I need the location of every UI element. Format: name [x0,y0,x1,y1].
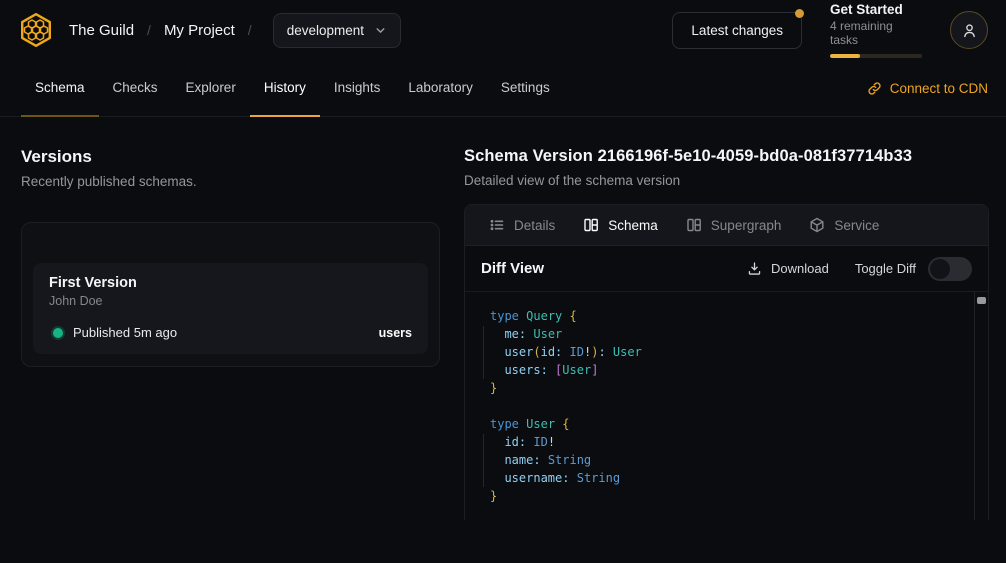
download-icon [747,261,762,276]
get-started-title: Get Started [830,2,922,17]
notification-dot [795,9,804,18]
version-list-item[interactable]: First Version John Doe Published 5m ago … [21,222,440,367]
get-started-subtitle: 4 remaining tasks [830,19,922,47]
schema-version-subtitle: Detailed view of the schema version [464,173,989,188]
tab-supergraph-label: Supergraph [711,218,782,233]
code-line: username: String [490,469,958,487]
get-started-progressbar [830,54,922,58]
nav-tab-laboratory[interactable]: Laboratory [394,60,487,117]
nav-tab-schema[interactable]: Schema [21,60,99,117]
schema-code: type Query { me: User user(id: ID!): Use… [465,292,988,520]
columns-icon [686,217,702,233]
indent-guide [483,434,484,487]
toggle-diff-knob [930,259,950,279]
breadcrumb-separator: / [147,22,151,38]
breadcrumb-org[interactable]: The Guild [69,22,134,39]
tab-service-label: Service [834,218,879,233]
versions-panel: Versions Recently published schemas. Fir… [0,117,464,520]
nav-tab-history[interactable]: History [250,60,320,117]
user-icon [961,22,978,39]
published-status-text: Published 5m ago [73,325,177,340]
code-line: } [490,379,958,397]
code-line [490,397,958,415]
target-nav: Schema Checks Explorer History Insights … [0,60,1006,117]
toggle-diff-switch[interactable] [928,257,972,281]
tab-supergraph[interactable]: Supergraph [672,205,796,245]
service-name-badge: users [379,326,412,340]
get-started-widget[interactable]: Get Started 4 remaining tasks [830,2,922,58]
indent-guide [483,326,484,379]
version-meta-row: Published 5m ago users [49,325,412,340]
latest-changes-label: Latest changes [691,23,783,38]
schema-detail-card: Details Schema [464,204,989,520]
get-started-progress-fill [830,54,860,58]
schema-version-detail: Schema Version 2166196f-5e10-4059-bd0a-0… [464,117,1006,520]
code-line: type Query { [490,307,958,325]
version-author: John Doe [49,294,412,308]
columns-icon [583,217,599,233]
download-label: Download [771,261,829,276]
nav-tab-settings[interactable]: Settings [487,60,564,117]
code-scrollbar[interactable] [974,292,988,520]
header-left: The Guild / My Project / development [16,10,401,50]
list-icon [489,217,505,233]
tab-schema-label: Schema [608,218,658,233]
tab-service[interactable]: Service [795,205,893,245]
code-line: type User { [490,415,958,433]
nav-tab-explorer[interactable]: Explorer [172,60,250,117]
version-card: First Version John Doe Published 5m ago … [33,263,428,354]
versions-title: Versions [21,147,440,167]
nav-tab-checks[interactable]: Checks [99,60,172,117]
latest-changes-button[interactable]: Latest changes [672,12,802,49]
main-content: Versions Recently published schemas. Fir… [0,117,1006,520]
schema-version-title: Schema Version 2166196f-5e10-4059-bd0a-0… [464,147,989,166]
breadcrumb-separator: / [248,22,252,38]
code-line: me: User [490,325,958,343]
target-selector-dropdown[interactable]: development [273,13,401,48]
header-right: Latest changes Get Started 4 remaining t… [672,2,988,58]
detail-tabs: Details Schema [465,205,988,246]
diff-view-header: Diff View Download Toggle Diff [465,246,988,292]
nav-tab-insights[interactable]: Insights [320,60,395,117]
diff-actions: Download Toggle Diff [747,257,972,281]
download-button[interactable]: Download [747,261,829,276]
code-scrollbar-thumb[interactable] [977,297,986,304]
connect-to-cdn-label: Connect to CDN [890,81,988,96]
breadcrumb-project[interactable]: My Project [164,22,235,39]
code-line: name: String [490,451,958,469]
hive-honeycomb-icon[interactable] [16,10,56,50]
tab-schema[interactable]: Schema [569,205,672,245]
code-line: user(id: ID!): User [490,343,958,361]
app-header: The Guild / My Project / development Lat… [0,0,1006,60]
schema-code-viewer[interactable]: type Query { me: User user(id: ID!): Use… [465,292,988,520]
toggle-diff-label: Toggle Diff [855,261,916,276]
target-selector-value: development [287,23,364,38]
cube-icon [809,217,825,233]
link-icon [867,81,882,96]
toggle-diff-control: Toggle Diff [855,257,972,281]
chevron-down-icon [374,24,387,37]
tab-details-label: Details [514,218,555,233]
version-title: First Version [49,275,412,291]
diff-view-title: Diff View [481,260,544,277]
code-line: users: [User] [490,361,958,379]
versions-subtitle: Recently published schemas. [21,174,440,189]
connect-to-cdn-link[interactable]: Connect to CDN [867,60,988,116]
code-line: id: ID! [490,433,958,451]
published-status-dot [53,328,63,338]
code-line: } [490,487,958,505]
user-avatar[interactable] [950,11,988,49]
tab-details[interactable]: Details [475,205,569,245]
